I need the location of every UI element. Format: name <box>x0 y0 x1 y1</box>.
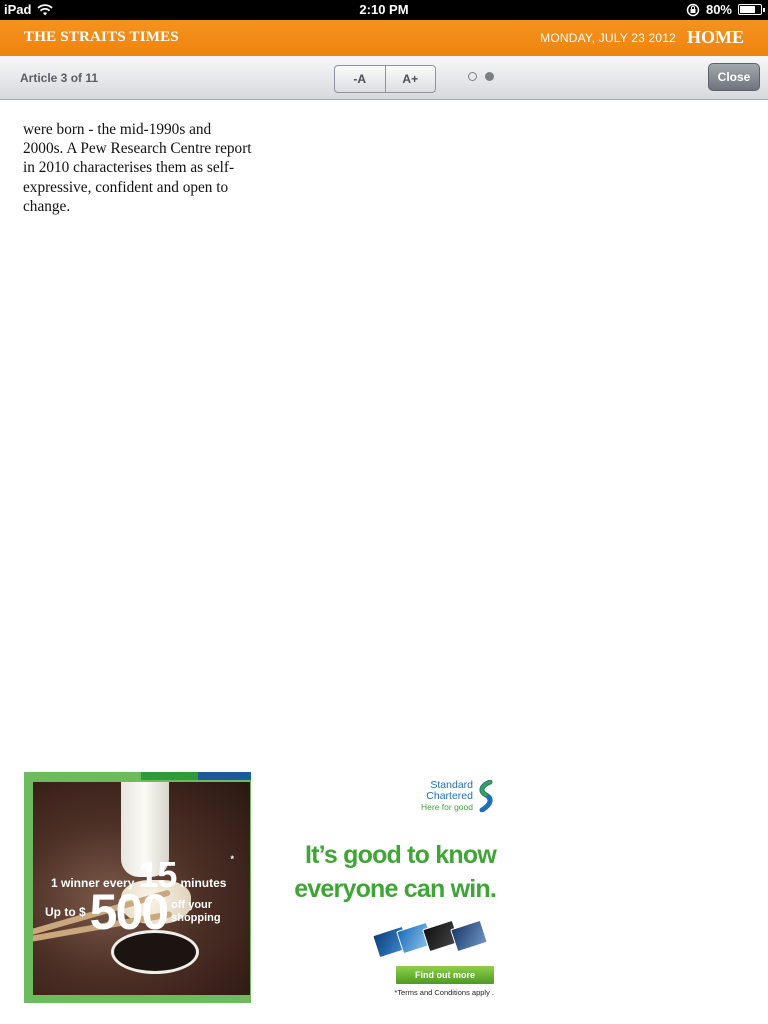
ad-headline: It’s good to know everyone can win. <box>294 838 497 906</box>
terms-note: *Terms and Conditions apply . <box>394 988 494 997</box>
ad-strip-segment <box>24 772 141 780</box>
ad-amount-prefix: Up to $ <box>45 905 86 919</box>
ad-headline-line2: everyone can win. <box>294 875 497 903</box>
issue-date: MONDAY, JULY 23 2012 <box>540 31 676 45</box>
advertiser-name-line2: Chartered <box>426 790 473 802</box>
battery-percent: 80% <box>705 2 732 17</box>
increase-font-button[interactable]: A+ <box>384 66 436 92</box>
ad-footnote-mark: * <box>230 854 234 864</box>
ad-frequency-suffix: minutes <box>180 876 227 890</box>
advertiser-tagline: Here for good <box>421 802 473 812</box>
battery-icon <box>738 4 765 15</box>
advertiser-logo: Standard Chartered Here for good <box>421 780 496 813</box>
credit-cards-image <box>372 918 495 959</box>
font-size-control: -A A+ <box>334 65 436 93</box>
page-dot-current[interactable] <box>485 72 494 81</box>
decrease-font-button[interactable]: -A <box>335 66 385 92</box>
ad-strip-segment <box>141 772 198 780</box>
page-indicator[interactable] <box>468 72 494 81</box>
home-button[interactable]: HOME <box>687 27 744 48</box>
article-body: were born - the mid-1990s and 2000s. A P… <box>23 121 252 215</box>
status-time: 2:10 PM <box>359 2 409 17</box>
close-button[interactable]: Close <box>708 63 760 91</box>
ad-copy-panel: Standard Chartered Here for good It’s go… <box>274 772 497 1003</box>
ad-headline-line1: It’s good to know <box>304 841 497 869</box>
status-bar: iPad 2:10 PM 80% <box>0 0 768 20</box>
advertisement-banner[interactable]: 1 winner every 15 minutes * Up to $ 500 … <box>24 772 497 1003</box>
battery-level <box>740 6 755 13</box>
ad-offer-amount: Up to $ 500 off your shopping <box>45 884 231 940</box>
page-dot[interactable] <box>468 72 477 81</box>
standard-chartered-icon <box>479 780 493 812</box>
ad-strip-segment <box>198 772 251 780</box>
orientation-lock-icon <box>686 3 700 16</box>
find-out-more-button[interactable]: Find out more <box>396 966 494 984</box>
ad-amount-number: 500 <box>89 884 169 940</box>
ad-dumpling-photo: 1 winner every 15 minutes * Up to $ 500 … <box>33 782 250 995</box>
ad-color-strip <box>24 772 251 780</box>
ad-photo-panel: 1 winner every 15 minutes * Up to $ 500 … <box>24 772 251 1003</box>
article-toolbar: Article 3 of 11 -A A+ Close <box>0 56 768 100</box>
masthead-logo[interactable]: THE STRAITS TIMES <box>24 29 179 46</box>
status-right: 80% <box>686 2 765 17</box>
credit-card-image <box>450 919 488 953</box>
article-counter: Article 3 of 11 <box>20 71 99 85</box>
ad-amount-suffix: off your shopping <box>171 899 221 924</box>
masthead: THE STRAITS TIMES MONDAY, JULY 23 2012 H… <box>0 20 768 56</box>
